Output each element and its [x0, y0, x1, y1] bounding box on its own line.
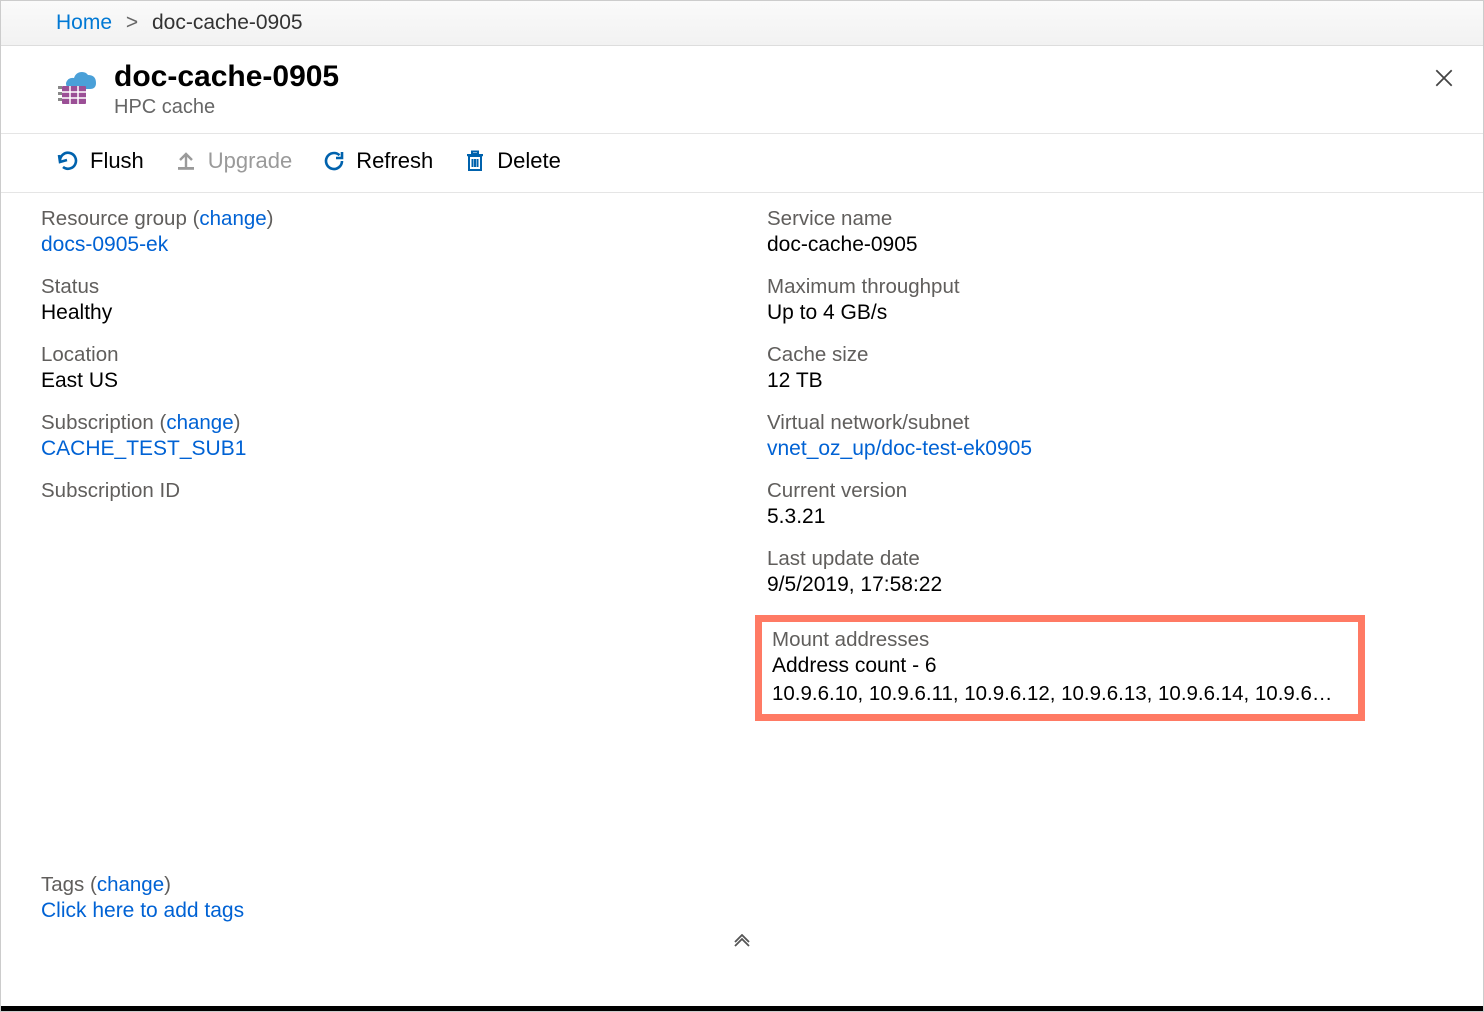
refresh-icon	[322, 149, 346, 173]
vnet-label: Virtual network/subnet	[767, 411, 1453, 435]
tags-label: Tags (change)	[41, 873, 244, 897]
current-version-value: 5.3.21	[767, 505, 1453, 529]
mount-addresses-ips: 10.9.6.10, 10.9.6.11, 10.9.6.12, 10.9.6.…	[772, 682, 1348, 706]
page-title: doc-cache-0905	[114, 60, 339, 94]
resource-group-label: Resource group (change)	[41, 207, 727, 231]
flush-icon	[56, 149, 80, 173]
subscription-value-link[interactable]: CACHE_TEST_SUB1	[41, 437, 246, 460]
breadcrumb-current: doc-cache-0905	[152, 11, 303, 34]
subscription-label: Subscription (change)	[41, 411, 727, 435]
refresh-label: Refresh	[356, 148, 433, 174]
flush-label: Flush	[90, 148, 144, 174]
current-version-label: Current version	[767, 479, 1453, 503]
change-subscription-link[interactable]: change	[166, 411, 233, 434]
mount-addresses-label: Mount addresses	[772, 628, 1348, 652]
mount-addresses-count: Address count - 6	[772, 654, 1348, 678]
flush-button[interactable]: Flush	[56, 148, 144, 174]
max-throughput-value: Up to 4 GB/s	[767, 301, 1453, 325]
close-button[interactable]	[1433, 66, 1455, 94]
mount-addresses-highlight: Mount addresses Address count - 6 10.9.6…	[755, 615, 1365, 721]
change-tags-link[interactable]: change	[97, 873, 164, 896]
status-value: Healthy	[41, 301, 727, 325]
overview-essentials: Resource group (change) docs-0905-ek Sta…	[1, 193, 1483, 863]
bottom-border	[1, 1006, 1483, 1011]
delete-label: Delete	[497, 148, 561, 174]
page-subtitle: HPC cache	[114, 96, 339, 119]
last-update-value: 9/5/2019, 17:58:22	[767, 573, 1453, 597]
resource-group-value-link[interactable]: docs-0905-ek	[41, 233, 168, 256]
service-name-value: doc-cache-0905	[767, 233, 1453, 257]
breadcrumb-separator: >	[126, 11, 138, 34]
delete-icon	[463, 149, 487, 173]
last-update-label: Last update date	[767, 547, 1453, 571]
hpc-cache-icon	[56, 66, 100, 110]
status-label: Status	[41, 275, 727, 299]
refresh-button[interactable]: Refresh	[322, 148, 433, 174]
cache-size-label: Cache size	[767, 343, 1453, 367]
vnet-value-link[interactable]: vnet_oz_up/doc-test-ek0905	[767, 437, 1032, 460]
change-resource-group-link[interactable]: change	[199, 207, 266, 230]
subscription-id-label: Subscription ID	[41, 479, 727, 503]
command-bar: Flush Upgrade Refresh Delete	[1, 134, 1483, 193]
breadcrumb: Home > doc-cache-0905	[1, 1, 1483, 46]
upgrade-button: Upgrade	[174, 148, 292, 174]
add-tags-link[interactable]: Click here to add tags	[41, 899, 244, 923]
delete-button[interactable]: Delete	[463, 148, 561, 174]
page-header: doc-cache-0905 HPC cache	[1, 46, 1483, 134]
breadcrumb-home-link[interactable]: Home	[56, 11, 112, 34]
cache-size-value: 12 TB	[767, 369, 1453, 393]
max-throughput-label: Maximum throughput	[767, 275, 1453, 299]
service-name-label: Service name	[767, 207, 1453, 231]
upgrade-label: Upgrade	[208, 148, 292, 174]
location-label: Location	[41, 343, 727, 367]
upgrade-icon	[174, 149, 198, 173]
location-value: East US	[41, 369, 727, 393]
